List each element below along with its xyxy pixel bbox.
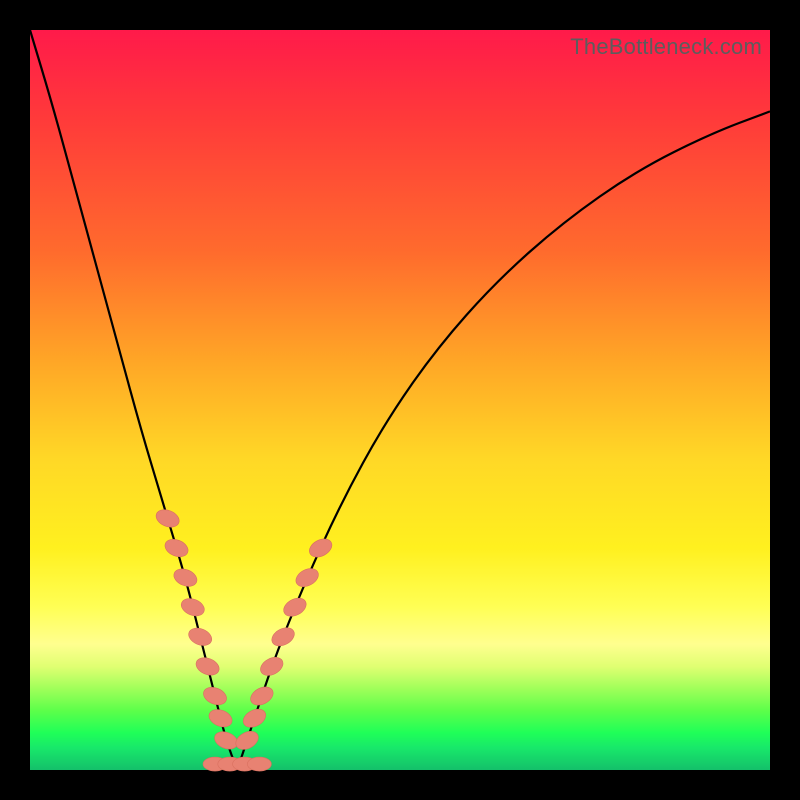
bead-marker (247, 757, 271, 771)
curve-group (30, 30, 770, 770)
bead-marker (257, 654, 286, 679)
beads-group (154, 506, 335, 771)
bead-marker (233, 728, 262, 753)
bead-marker (179, 595, 207, 619)
bead-marker (269, 624, 298, 649)
chart-frame: TheBottleneck.com (30, 30, 770, 770)
bead-marker (193, 654, 221, 678)
right-curve (237, 111, 770, 770)
bead-marker (186, 625, 214, 649)
bead-marker (306, 535, 335, 560)
chart-svg (30, 30, 770, 770)
bead-marker (212, 728, 240, 752)
bead-marker (281, 595, 310, 620)
bead-marker (154, 506, 182, 530)
bead-marker (248, 683, 277, 708)
bead-marker (171, 566, 199, 590)
bead-marker (201, 684, 229, 708)
bead-marker (240, 706, 269, 731)
bead-marker (162, 536, 190, 560)
bead-marker (206, 706, 234, 730)
bead-marker (293, 565, 322, 590)
